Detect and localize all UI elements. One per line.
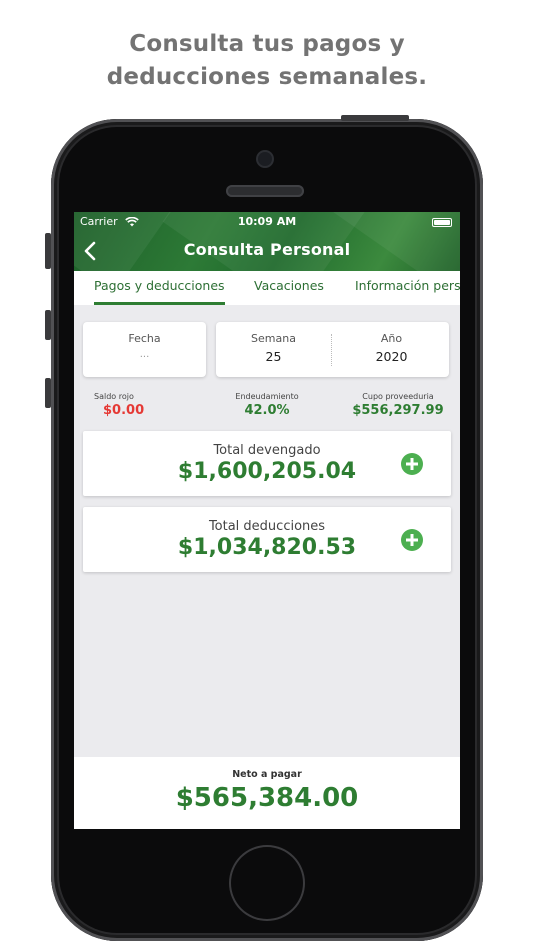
total-deducciones-amount: $1,034,820.53 [177,535,357,560]
plus-circle-icon[interactable] [401,529,423,551]
total-devengado-card: Total devengado $1,600,205.04 [83,431,451,496]
semana-label: Semana [251,332,296,345]
total-deducciones-label: Total deducciones [208,519,326,534]
cupo-proveeduria-label: Cupo proveeduria [362,392,434,401]
volume-up-button [45,310,51,340]
semana-anio-card: Semana 25 Año 2020 [216,322,449,377]
volume-down-button [45,378,51,408]
page-title: Consulta Personal [183,240,351,259]
saldo-rojo-label: Saldo rojo [94,392,134,401]
semana-field[interactable]: Semana 25 [216,322,331,377]
tab-vacaciones[interactable]: Vacaciones [254,271,324,305]
anio-label: Año [380,332,403,345]
fecha-card[interactable]: Fecha ... [83,322,206,377]
fecha-value: ... [139,349,150,360]
total-devengado-label: Total devengado [213,443,321,458]
front-camera [258,152,272,166]
endeudamiento-value: 42.0% [244,403,290,418]
promo-headline: Consulta tus pagos y deducciones semanal… [0,28,534,94]
semana-value: 25 [265,349,282,364]
endeudamiento-stat: Endeudamiento 42.0% [227,392,307,418]
tab-bar: Pagos y deducciones Vacaciones Informaci… [74,271,460,305]
plus-circle-icon[interactable] [401,453,423,475]
nav-header: Carrier 10:09 AM Consulta Personal [74,212,460,271]
status-bar: Carrier 10:09 AM [74,214,460,230]
total-devengado-amount: $1,600,205.04 [177,459,357,484]
neto-a-pagar-footer: Neto a pagar $565,384.00 [74,757,460,829]
saldo-rojo-stat: Saldo rojo $0.00 [94,392,154,418]
cupo-proveeduria-value: $556,297.99 [352,403,444,418]
endeudamiento-label: Endeudamiento [235,392,299,401]
anio-field[interactable]: Año 2020 [334,322,449,377]
headline-line-2: deducciones semanales. [106,64,428,90]
tab-pagos-deducciones[interactable]: Pagos y deducciones [94,271,225,305]
tab-informacion-personal[interactable]: Información personal [355,271,460,305]
power-button [341,115,409,121]
battery-level [434,220,450,225]
app-screen: Carrier 10:09 AM Consulta Personal Pagos… [74,212,460,829]
field-divider [331,334,332,366]
saldo-rojo-value: $0.00 [103,403,145,418]
battery-icon [432,218,452,227]
mute-switch [45,233,51,269]
fecha-label: Fecha [128,332,161,345]
status-time: 10:09 AM [237,215,297,228]
anio-value: 2020 [375,349,408,364]
total-deducciones-card: Total deducciones $1,034,820.53 [83,507,451,572]
neto-a-pagar-label: Neto a pagar [232,769,302,780]
neto-a-pagar-amount: $565,384.00 [175,783,359,813]
headline-line-1: Consulta tus pagos y [129,31,405,57]
home-button[interactable] [229,845,305,921]
earpiece-speaker [226,185,304,197]
cupo-proveeduria-stat: Cupo proveeduria $556,297.99 [346,392,450,418]
